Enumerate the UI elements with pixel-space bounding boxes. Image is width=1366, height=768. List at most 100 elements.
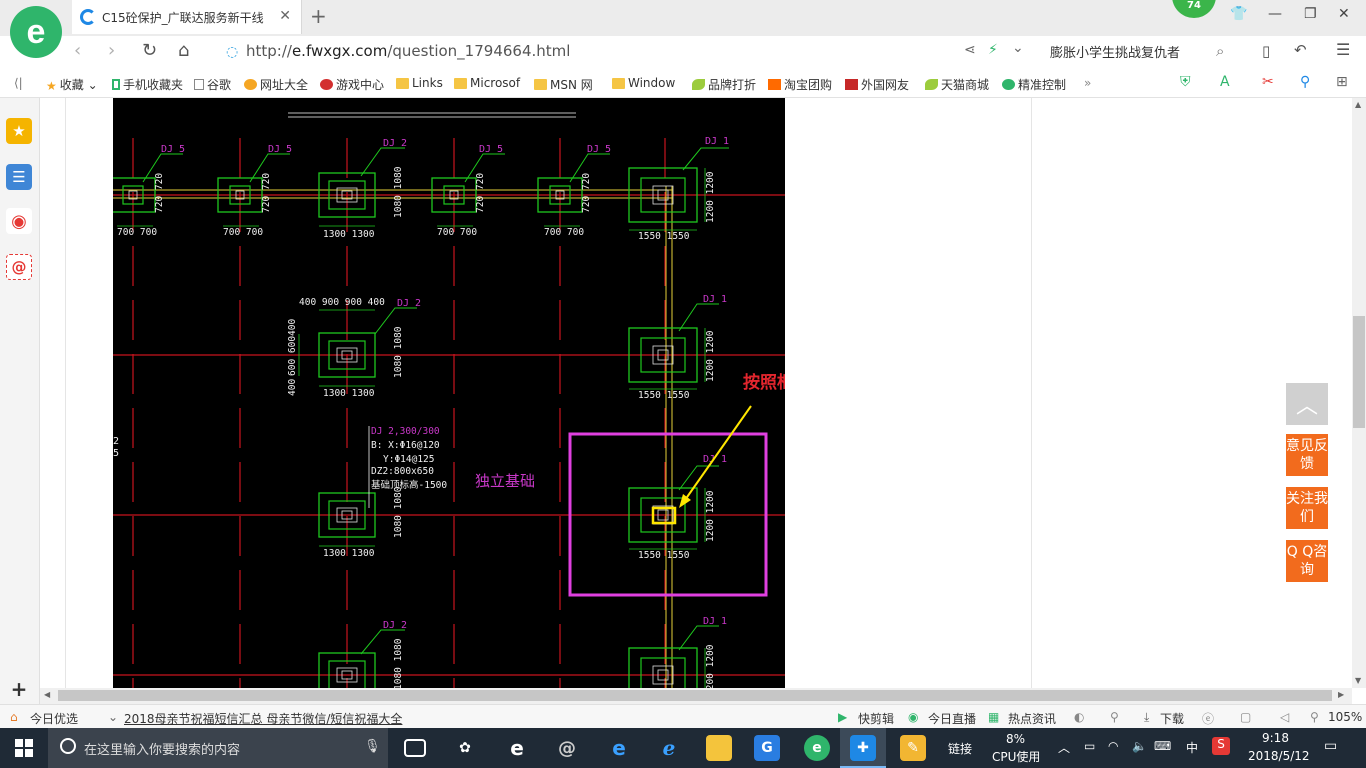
bookmark-precise[interactable]: 精准控制 [1002, 76, 1066, 93]
browser-logo-icon[interactable]: e [10, 6, 62, 58]
sogou-ime-icon[interactable]: S [1212, 737, 1230, 755]
bookmark-links[interactable]: Links [396, 76, 443, 90]
news-link[interactable]: 2018母亲节祝福短信汇总 母亲节微信/短信祝福大全 [124, 710, 402, 727]
forward-icon[interactable]: › [108, 40, 115, 61]
clock-time[interactable]: 9:18 [1262, 731, 1289, 745]
microphone-icon[interactable]: 🎙 [364, 739, 381, 754]
search-icon[interactable]: ⌕ [1216, 42, 1224, 60]
hot-news-link[interactable]: 热点资讯 [1008, 710, 1056, 727]
scissors-icon[interactable]: ✂ [1262, 74, 1274, 90]
ime-mode[interactable]: 中 [1186, 739, 1198, 756]
minimize-icon[interactable]: — [1268, 6, 1282, 22]
chevron-icon: ⌄ [108, 710, 119, 724]
menu-icon[interactable]: ☰ [1336, 40, 1350, 59]
clock-date[interactable]: 2018/5/12 [1248, 749, 1310, 763]
today-picks-link[interactable]: 今日优选 [30, 710, 78, 727]
task-view-icon[interactable] [404, 739, 426, 757]
download-link[interactable]: 下载 [1160, 710, 1184, 727]
taskbar-search-input[interactable]: 在这里输入你要搜索的内容 🎙 [48, 728, 388, 768]
refresh-icon[interactable]: ↻ [142, 40, 157, 61]
grid-icon[interactable]: ⊞ [1336, 74, 1348, 90]
edge-icon[interactable]: e [606, 735, 632, 761]
bookmark-foreign[interactable]: 外国网友 [845, 76, 909, 93]
today-live-link[interactable]: 今日直播 [928, 710, 976, 727]
zoom-search-icon[interactable]: ⚲ [1300, 74, 1310, 90]
notes-app-icon[interactable]: ✎ [900, 735, 926, 761]
scroll-down-icon[interactable]: ▼ [1355, 676, 1361, 685]
bookmark-windows[interactable]: Window [612, 76, 675, 90]
url-input[interactable]: http://e.fwxgx.com/question_1794664.html [246, 42, 570, 60]
mobile-icon[interactable]: ▯ [1262, 42, 1270, 60]
swirl-app-icon[interactable]: @ [554, 735, 580, 761]
add-panel-icon[interactable]: + [6, 676, 32, 702]
browser-e-icon[interactable]: e [504, 735, 530, 761]
vertical-scroll-thumb[interactable] [1353, 316, 1365, 428]
pinwheel-icon[interactable]: ✿ [452, 735, 478, 761]
new-tab-icon[interactable]: + [310, 4, 327, 28]
search-input[interactable]: 膨胀小学生挑战复仇者 [1050, 42, 1180, 61]
bookmark-google[interactable]: 谷歌 [194, 76, 231, 93]
favorites-star-icon[interactable]: ★ [6, 118, 32, 144]
quick-assist-icon: ✚ [850, 735, 876, 761]
window-icon[interactable]: ▢ [1240, 710, 1251, 724]
scroll-up-icon[interactable]: ▲ [1355, 100, 1361, 109]
dim-label: 1080 1080 [393, 486, 404, 538]
zoom-level[interactable]: 105% [1328, 710, 1362, 724]
back-to-top-button[interactable]: ︿ [1286, 383, 1328, 425]
horizontal-scroll-thumb[interactable] [58, 690, 1332, 701]
close-icon[interactable]: ✕ [1338, 6, 1350, 22]
ie-mode-icon[interactable]: ⓔ [1202, 710, 1214, 727]
bookmark-favorites[interactable]: ★ 收藏 ⌄ [46, 76, 98, 94]
share-icon[interactable]: ⋖ [964, 42, 976, 58]
browser-tab[interactable]: C15砼保护_广联达服务新干线 ✕ [72, 0, 302, 34]
wifi-icon[interactable]: ◠ [1108, 739, 1118, 753]
back-icon[interactable]: ‹ [74, 40, 81, 61]
dropdown-icon[interactable]: ⌄ [1012, 40, 1024, 56]
bookmark-microsoft[interactable]: Microsof [454, 76, 520, 90]
bookmark-mobile[interactable]: 手机收藏夹 [112, 76, 183, 93]
maximize-icon[interactable]: ❐ [1304, 6, 1317, 22]
translate-icon[interactable]: A [1220, 74, 1230, 90]
taobao-icon [768, 79, 781, 90]
more-bookmarks-icon[interactable]: » [1084, 76, 1091, 90]
g-app-icon[interactable]: G [754, 735, 780, 761]
tab-close-icon[interactable]: ✕ [279, 8, 291, 24]
internet-explorer-icon[interactable]: ℯ [656, 735, 682, 761]
qq-consult-button[interactable]: Q Q咨询 [1286, 540, 1328, 582]
feedback-button[interactable]: 意见反馈 [1286, 434, 1328, 476]
scroll-right-icon[interactable]: ▶ [1338, 690, 1344, 699]
bookmark-brand-sale[interactable]: 品牌打折 [692, 76, 756, 93]
sidebar-toggle-icon[interactable]: ⟨| [14, 76, 23, 90]
active-app-slot[interactable]: ✚ [840, 728, 886, 768]
cad-drawing-image[interactable]: DJ 5 DJ 5 DJ 2 DJ 5 DJ 5 DJ 1 DJ 1 DJ 2 … [113, 98, 785, 688]
speed-icon[interactable]: ⚡ [988, 42, 998, 58]
follow-us-button[interactable]: 关注我们 [1286, 487, 1328, 529]
undo-icon[interactable]: ↶ [1294, 41, 1307, 59]
bookmark-msn[interactable]: MSN 网 [534, 76, 593, 93]
bookmark-site-nav[interactable]: 网址大全 [244, 76, 308, 93]
shirt-skin-icon[interactable]: 👕 [1230, 6, 1247, 22]
weibo-icon[interactable]: ◉ [6, 208, 32, 234]
links-toolbar[interactable]: 链接 [948, 740, 972, 757]
notification-badge[interactable]: 74 [1172, 0, 1216, 18]
tray-expand-icon[interactable]: ︿ [1058, 739, 1070, 756]
shield-icon[interactable]: ⛨ [1180, 74, 1191, 90]
notification-center-icon[interactable]: ▭ [1324, 738, 1337, 754]
speed-icon[interactable]: ◐ [1074, 710, 1084, 724]
volume-icon[interactable]: ◁ [1280, 710, 1289, 724]
windows-start-icon[interactable] [0, 728, 48, 768]
keyboard-icon[interactable]: ⌨ [1154, 739, 1171, 753]
bookmark-tmall[interactable]: 天猫商城 [925, 76, 989, 93]
email-icon[interactable]: @ [6, 254, 32, 280]
quick-edit-link[interactable]: 快剪辑 [858, 710, 894, 727]
pin-icon[interactable]: ⚲ [1110, 710, 1119, 724]
bookmark-taobao[interactable]: 淘宝团购 [768, 76, 832, 93]
bookmark-games[interactable]: 游戏中心 [320, 76, 384, 93]
volume-icon[interactable]: 🔈 [1132, 739, 1147, 753]
360-browser-icon[interactable]: e [804, 735, 830, 761]
battery-icon[interactable]: ▭ [1084, 739, 1095, 753]
file-explorer-icon[interactable] [706, 735, 732, 761]
scroll-left-icon[interactable]: ◀ [44, 690, 50, 699]
home-icon[interactable]: ⌂ [178, 40, 189, 61]
reading-list-icon[interactable]: ☰ [6, 164, 32, 190]
